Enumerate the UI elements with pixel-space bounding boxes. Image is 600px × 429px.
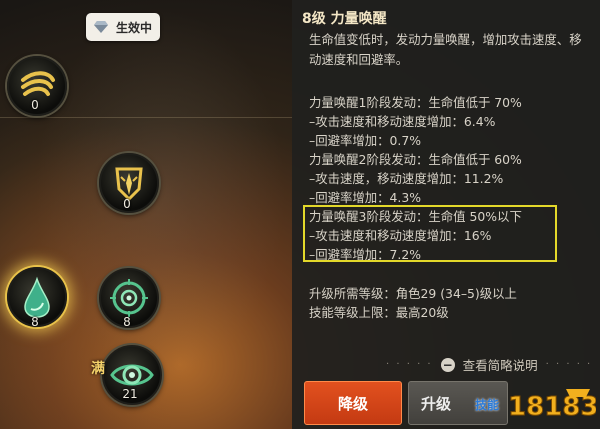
divider-dots: · · · · ·	[386, 359, 433, 370]
max-level-tag: 满	[91, 361, 105, 377]
stage1-speed: –攻击速度和移动速度增加：6.4%	[309, 114, 496, 129]
stage2-trigger: 力量唤醒2阶段发动：生命值低于 60%	[309, 152, 522, 167]
skill-title: 8级 力量唤醒	[302, 11, 387, 27]
divider	[0, 117, 292, 118]
stage1-evasion: –回避率增加：0.7%	[309, 133, 422, 148]
required-level: 升级所需等级：角色29 (34–5)级以上	[309, 286, 517, 301]
highlight-box	[303, 205, 557, 262]
summary-toggle[interactable]: · · · · · − 查看简略说明 · · · · ·	[386, 355, 592, 374]
skill-count: 0	[123, 197, 131, 211]
skill-count: 8	[123, 315, 131, 329]
diamond-icon	[94, 21, 108, 33]
status-badge-label: 生效中	[116, 20, 153, 35]
minus-icon: −	[440, 357, 455, 372]
skill-count: 8	[31, 315, 39, 329]
skill-description: 生命值变低时，发动力量唤醒，增加攻击速度、移动速度和回避率。	[309, 32, 582, 67]
skill-count: 0	[31, 98, 39, 112]
watermark-label: 技能	[475, 398, 500, 412]
divider-dots: · · · · ·	[545, 359, 593, 370]
summary-toggle-label: 查看简略说明	[462, 358, 538, 373]
max-skill-level: 技能等级上限：最高20级	[309, 305, 449, 320]
status-badge: 生效中	[86, 13, 160, 41]
stage2-evasion: –回避率增加：4.3%	[309, 190, 422, 205]
downgrade-button[interactable]: 降级	[304, 381, 402, 425]
skill-count: 21	[122, 387, 138, 401]
stage2-speed: –攻击速度，移动速度增加：11.2%	[309, 171, 504, 186]
stage1-trigger: 力量唤醒1阶段发动：生命值低于 70%	[309, 95, 522, 110]
